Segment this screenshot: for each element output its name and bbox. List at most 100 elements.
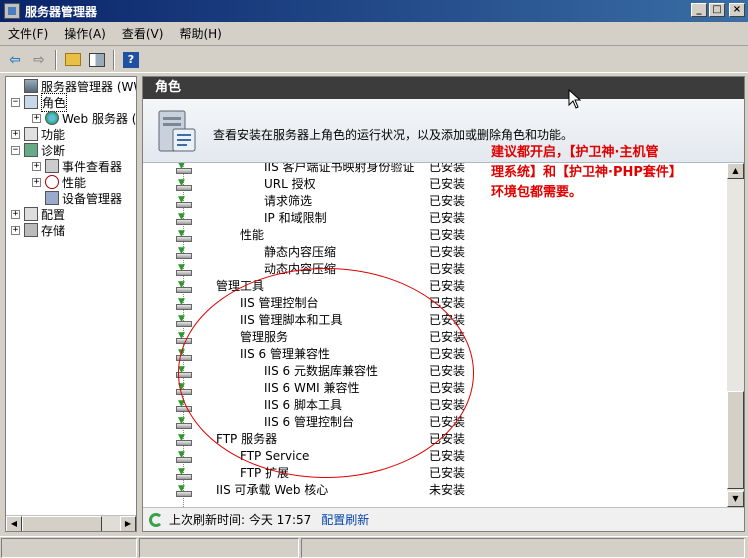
list-item[interactable]: ▼ FTP 服务器 已安装: [171, 431, 727, 448]
pane-footer: 上次刷新时间: 今天 17:57 配置刷新: [143, 507, 744, 531]
scroll-up-button[interactable]: ▲: [727, 163, 744, 179]
scroll-left-button[interactable]: ◀: [6, 516, 22, 531]
help-icon: ?: [123, 51, 139, 68]
tree-item[interactable]: 设备管理器: [32, 190, 122, 206]
role-service-name: 请求筛选: [264, 194, 313, 208]
pane-header: 角色: [143, 77, 744, 99]
scroll-right-button[interactable]: ▶: [120, 516, 136, 531]
show-hide-tree-button[interactable]: [86, 49, 108, 71]
list-item[interactable]: ▼ IIS 6 管理兼容性 已安装: [171, 346, 727, 363]
tree-item[interactable]: + 事件查看器: [32, 158, 122, 174]
list-item[interactable]: ▼ IP 和域限制 已安装: [171, 210, 727, 227]
component-box-icon: [176, 440, 192, 446]
tree-item-label: 功能: [41, 127, 66, 142]
close-button[interactable]: ×: [729, 3, 745, 17]
scroll-down-button[interactable]: ▼: [727, 491, 744, 507]
scroll-thumb[interactable]: [22, 516, 102, 531]
installed-status-icon: ▼: [176, 382, 192, 395]
minimize-button[interactable]: _: [691, 3, 707, 17]
scroll-thumb[interactable]: [727, 391, 744, 489]
forward-arrow-icon: ⇨: [33, 51, 45, 68]
list-item[interactable]: ▼ IIS 管理控制台 已安装: [171, 295, 727, 312]
expand-toggle[interactable]: +: [32, 113, 41, 123]
tree-item[interactable]: + 配置: [11, 206, 65, 222]
list-item[interactable]: ▼ IIS 可承载 Web 核心 未安装: [171, 482, 727, 499]
last-refresh-text: 上次刷新时间: 今天 17:57: [169, 513, 312, 527]
list-item[interactable]: ▼ 静态内容压缩 已安装: [171, 244, 727, 261]
role-service-status: 已安装: [429, 381, 466, 395]
tree-item[interactable]: + Web 服务器 (IIS): [32, 110, 136, 126]
back-button[interactable]: ⇦: [4, 49, 26, 71]
expand-toggle[interactable]: +: [11, 225, 20, 235]
menu-view[interactable]: 查看(V): [114, 24, 172, 44]
tree-item[interactable]: − 角色: [11, 92, 68, 112]
list-item[interactable]: ▼ IIS 管理脚本和工具 已安装: [171, 312, 727, 329]
title-bar: 服务器管理器 _ □ ×: [0, 0, 748, 22]
tree-item[interactable]: − 诊断: [11, 142, 65, 158]
toolbar: ⇦ ⇨ ?: [0, 47, 748, 73]
installed-status-icon: ▼: [176, 229, 192, 242]
tree-item[interactable]: + 功能: [11, 126, 65, 142]
expand-toggle[interactable]: +: [11, 209, 20, 219]
status-cell: [1, 538, 137, 558]
installed-status-icon: ▼: [176, 297, 192, 310]
web-server-icon: [45, 111, 59, 125]
roles-summary-icon: [158, 110, 196, 152]
status-cell: [139, 538, 299, 558]
configure-refresh-link[interactable]: 配置刷新: [321, 511, 369, 528]
list-item[interactable]: ▼ FTP 扩展 已安装: [171, 465, 727, 482]
collapse-toggle[interactable]: −: [11, 97, 20, 107]
list-item[interactable]: ▼ 管理服务 已安装: [171, 329, 727, 346]
component-box-icon: [176, 236, 192, 242]
expand-toggle[interactable]: +: [32, 161, 41, 171]
list-item[interactable]: ▼ IIS 6 元数据库兼容性 已安装: [171, 363, 727, 380]
installed-status-icon: ▼: [176, 433, 192, 446]
menu-help[interactable]: 帮助(H): [171, 24, 229, 44]
list-item[interactable]: ▼ FTP Service 已安装: [171, 448, 727, 465]
expand-toggle[interactable]: +: [32, 177, 41, 187]
list-item[interactable]: ▼ IIS 6 管理控制台 已安装: [171, 414, 727, 431]
list-item[interactable]: ▼ IIS 6 脚本工具 已安装: [171, 397, 727, 414]
expand-toggle[interactable]: +: [11, 129, 20, 139]
role-service-name: URL 授权: [264, 177, 316, 191]
menu-file[interactable]: 文件(F): [0, 24, 56, 44]
menu-action[interactable]: 操作(A): [56, 24, 114, 44]
role-service-status: 已安装: [429, 313, 466, 327]
list-item[interactable]: ▼ 动态内容压缩 已安装: [171, 261, 727, 278]
component-box-icon: [176, 202, 192, 208]
role-service-name: IIS 6 管理兼容性: [240, 347, 330, 361]
role-service-status: 已安装: [429, 449, 466, 463]
role-service-status: 已安装: [429, 228, 466, 242]
list-item[interactable]: ▼ 性能 已安装: [171, 227, 727, 244]
role-service-name: 性能: [240, 228, 265, 242]
forward-button[interactable]: ⇨: [28, 49, 50, 71]
collapse-toggle[interactable]: −: [11, 145, 20, 155]
component-box-icon: [176, 185, 192, 191]
tree-item[interactable]: 服务器管理器 (WWS-: [11, 78, 136, 94]
component-box-icon: [176, 338, 192, 344]
maximize-button[interactable]: □: [709, 3, 725, 17]
up-folder-button[interactable]: [62, 49, 84, 71]
tree-horizontal-scrollbar[interactable]: ◀ ▶: [6, 515, 136, 531]
device-manager-icon: [45, 191, 59, 205]
tree-item[interactable]: + 存储: [11, 222, 65, 238]
vertical-scrollbar[interactable]: ▲ ▼: [727, 163, 744, 507]
note-line: 环境包都需要。: [491, 185, 583, 200]
toolbar-separator: [113, 49, 115, 70]
role-service-status: 已安装: [429, 398, 466, 412]
list-item[interactable]: ▼ 管理工具 已安装: [171, 278, 727, 295]
performance-icon: [45, 175, 59, 189]
role-service-status: 已安装: [429, 466, 466, 480]
installed-status-icon: ▼: [176, 484, 192, 497]
installed-status-icon: ▼: [176, 467, 192, 480]
installed-status-icon: ▼: [176, 280, 192, 293]
help-button[interactable]: ?: [120, 49, 142, 71]
results-pane: 角色 查看安装在服务器上角色的运行状况，以及添加或删除角色和功能。 ▼ IIS 客…: [142, 76, 745, 532]
installed-status-icon: ▼: [176, 212, 192, 225]
tree-item[interactable]: + 性能: [32, 174, 86, 190]
component-box-icon: [176, 406, 192, 412]
installed-status-icon: ▼: [176, 263, 192, 276]
component-box-icon: [176, 372, 192, 378]
note-line: 理系统】和【护卫神·PHP套件】: [491, 165, 682, 180]
list-item[interactable]: ▼ IIS 6 WMI 兼容性 已安装: [171, 380, 727, 397]
